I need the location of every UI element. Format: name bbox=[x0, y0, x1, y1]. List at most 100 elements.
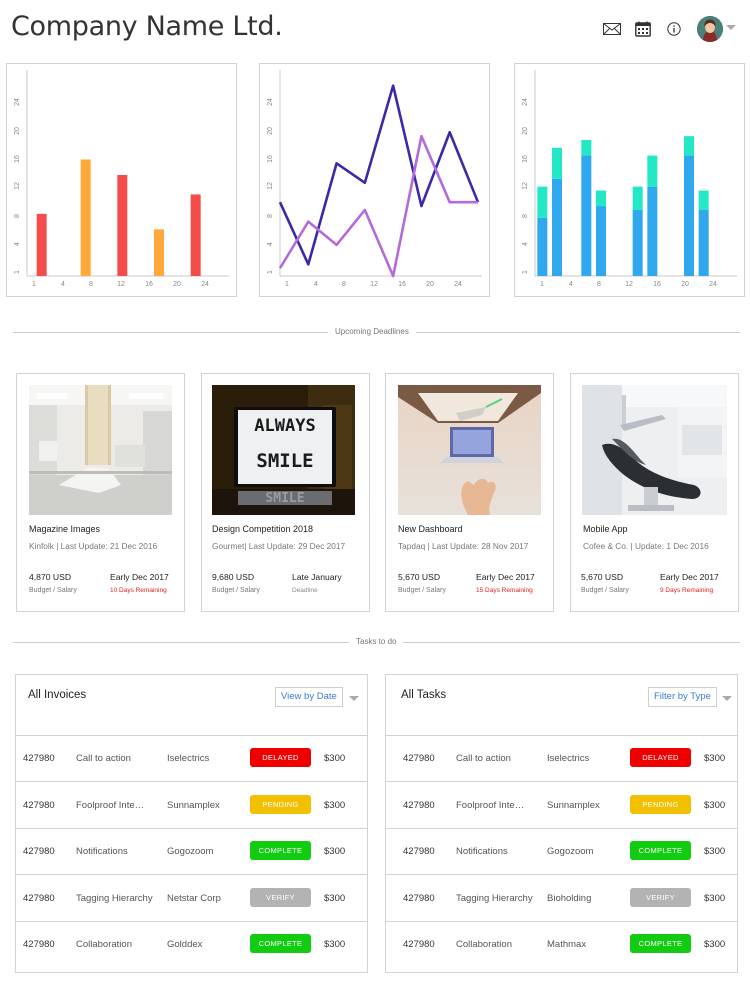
row-task-name: Notifications bbox=[456, 846, 508, 857]
status-badge: DELAYED bbox=[250, 748, 311, 767]
table-row[interactable]: 427980 Notifications Gogozoom $300 COMPLETE bbox=[386, 829, 737, 875]
x-tick-label: 12 bbox=[117, 281, 125, 288]
x-tick-label: 24 bbox=[454, 281, 462, 288]
calendar-icon[interactable] bbox=[633, 20, 653, 38]
project-image-lightbox-sign: ALWAYS SMILE SMILE bbox=[212, 385, 355, 515]
project-budget: 4,870 USD bbox=[29, 572, 72, 582]
company-title: Company Name Ltd. bbox=[11, 11, 283, 42]
project-card[interactable]: ALWAYS SMILE SMILE Design Competition 20… bbox=[201, 373, 370, 612]
project-budget-label: Budget / Salary bbox=[212, 587, 260, 594]
tasks-section-label: Tasks to do bbox=[349, 637, 404, 646]
y-tick-label: 20 bbox=[267, 127, 274, 135]
chart-panel-stacked-bar: 1 4 8 12 16 20 24 1 4 8 12 16 20 24 bbox=[514, 63, 745, 297]
project-name: New Dashboard bbox=[398, 524, 463, 534]
user-menu-chevron-down-icon[interactable] bbox=[726, 25, 736, 30]
row-id: 427980 bbox=[403, 799, 435, 811]
y-tick-label: 12 bbox=[522, 182, 529, 190]
y-tick-label: 24 bbox=[267, 98, 274, 106]
row-company: Sunnamplex bbox=[167, 799, 220, 811]
y-tick-label: 8 bbox=[14, 214, 21, 218]
project-client-update: Cofee & Co. | Update: 1 Dec 2016 bbox=[583, 541, 709, 551]
project-due-date: Early Dec 2017 bbox=[476, 572, 535, 582]
x-tick-label: 4 bbox=[569, 281, 573, 288]
status-badge: VERIFY bbox=[630, 887, 691, 907]
row-id: 427980 bbox=[403, 939, 435, 950]
row-task-name: Tagging Hierarchy bbox=[456, 892, 533, 904]
mail-icon[interactable] bbox=[602, 20, 622, 38]
x-tick-label: 20 bbox=[681, 281, 689, 288]
project-budget-label: Budget / Salary bbox=[398, 587, 446, 594]
row-company: Iselectrics bbox=[167, 753, 210, 764]
table-row[interactable]: 427980 Call to action Iselectrics $300 DELAY… bbox=[16, 736, 367, 782]
row-company: Gogozoom bbox=[167, 846, 214, 857]
row-task-name: Foolproof Inte… bbox=[456, 799, 525, 811]
row-id: 427980 bbox=[23, 939, 55, 950]
table-row[interactable]: 427980 Call to action Iselectrics $300 DELAY… bbox=[386, 736, 737, 782]
table-row[interactable]: 427980 Foolproof Inte… Sunnamplex $300 PENDI… bbox=[386, 783, 737, 829]
line-chart: 1 4 8 12 16 20 24 1 4 8 12 16 20 24 bbox=[267, 70, 482, 288]
stacked-bar-segment bbox=[647, 186, 658, 276]
project-due-date: Late January bbox=[292, 572, 342, 582]
row-id: 427980 bbox=[23, 753, 55, 764]
row-company: Golddex bbox=[167, 939, 203, 950]
row-task-name: Collaboration bbox=[456, 939, 512, 950]
row-id: 427980 bbox=[403, 753, 435, 764]
project-image-dental-office bbox=[29, 385, 172, 515]
app-header: Company Name Ltd. bbox=[0, 0, 750, 56]
project-budget: 9,680 USD bbox=[212, 572, 255, 582]
info-icon[interactable] bbox=[664, 20, 684, 38]
table-row[interactable]: 427980 Notifications Gogozoom $300 COMPLETE bbox=[16, 829, 367, 875]
stacked-bar-segment bbox=[581, 155, 592, 276]
table-row[interactable]: 427980 Collaboration Golddex $300 COMPLETE bbox=[16, 922, 367, 968]
project-client-update: Gourmet| Last Update: 29 Dec 2017 bbox=[212, 541, 346, 551]
filter-by-type-select[interactable]: Filter by Type bbox=[648, 687, 717, 707]
bar bbox=[154, 229, 164, 276]
bar bbox=[80, 159, 91, 276]
svg-text:SMILE: SMILE bbox=[256, 450, 313, 472]
project-due-date: Early Dec 2017 bbox=[660, 572, 719, 582]
y-tick-label: 12 bbox=[14, 182, 21, 190]
project-budget-label: Budget / Salary bbox=[29, 587, 77, 594]
bar bbox=[190, 194, 201, 276]
stacked-bar-segment bbox=[537, 217, 548, 276]
y-tick-label: 16 bbox=[267, 155, 274, 163]
stacked-bar-segment bbox=[698, 209, 709, 276]
status-badge: PENDING bbox=[630, 794, 691, 814]
row-task-name: Call to action bbox=[456, 753, 511, 764]
series-line bbox=[278, 84, 480, 266]
project-budget: 5,670 USD bbox=[398, 572, 441, 582]
stacked-bar-segment bbox=[647, 155, 658, 187]
project-card[interactable]: Magazine Images Kinfolk | Last Update: 2… bbox=[16, 373, 185, 612]
row-task-name: Collaboration bbox=[76, 939, 132, 950]
table-row[interactable]: 427980 Foolproof Inte… Sunnamplex $300 PENDI… bbox=[16, 783, 367, 829]
project-client-update: Tapdaq | Last Update: 28 Nov 2017 bbox=[398, 541, 529, 551]
row-company: Bioholding bbox=[547, 892, 592, 904]
table-row[interactable]: 427980 Tagging Hierarchy Netstar Corp $300 V… bbox=[16, 876, 367, 922]
stacked-bar-segment bbox=[581, 140, 592, 156]
project-remaining: 15 Days Remaining bbox=[476, 587, 533, 594]
stacked-bar-segment bbox=[596, 190, 606, 207]
view-by-date-select[interactable]: View by Date bbox=[275, 687, 343, 707]
project-due-date: Early Dec 2017 bbox=[110, 572, 169, 582]
filter-by-type-chevron-down-icon[interactable] bbox=[722, 696, 732, 701]
project-image-floating-laptop bbox=[398, 385, 541, 515]
table-row[interactable]: 427980 Tagging Hierarchy Bioholding $300 VER… bbox=[386, 876, 737, 922]
row-task-name: Tagging Hierarchy bbox=[76, 892, 153, 904]
user-avatar[interactable] bbox=[697, 16, 723, 42]
row-company: Netstar Corp bbox=[167, 892, 221, 904]
project-card[interactable]: Mobile App Cofee & Co. | Update: 1 Dec 2… bbox=[570, 373, 739, 612]
chart-panel-bar: 1 4 8 12 16 20 24 1 4 8 12 16 20 24 bbox=[6, 63, 237, 297]
view-by-date-chevron-down-icon[interactable] bbox=[349, 696, 359, 701]
row-amount: $300 bbox=[704, 753, 726, 764]
stacked-bar-segment bbox=[632, 209, 643, 276]
x-tick-label: 12 bbox=[625, 281, 633, 288]
project-card[interactable]: New Dashboard Tapdaq | Last Update: 28 N… bbox=[385, 373, 554, 612]
tasks-title: All Tasks bbox=[401, 689, 447, 701]
svg-text:ALWAYS: ALWAYS bbox=[254, 416, 315, 436]
x-tick-label: 4 bbox=[314, 281, 318, 288]
project-budget: 5,670 USD bbox=[581, 572, 624, 582]
x-tick-label: 24 bbox=[201, 281, 209, 288]
project-budget-label: Budget / Salary bbox=[581, 587, 629, 594]
table-row[interactable]: 427980 Collaboration Mathmax $300 COMPLETE bbox=[386, 922, 737, 968]
stacked-bar-segment bbox=[684, 155, 694, 276]
